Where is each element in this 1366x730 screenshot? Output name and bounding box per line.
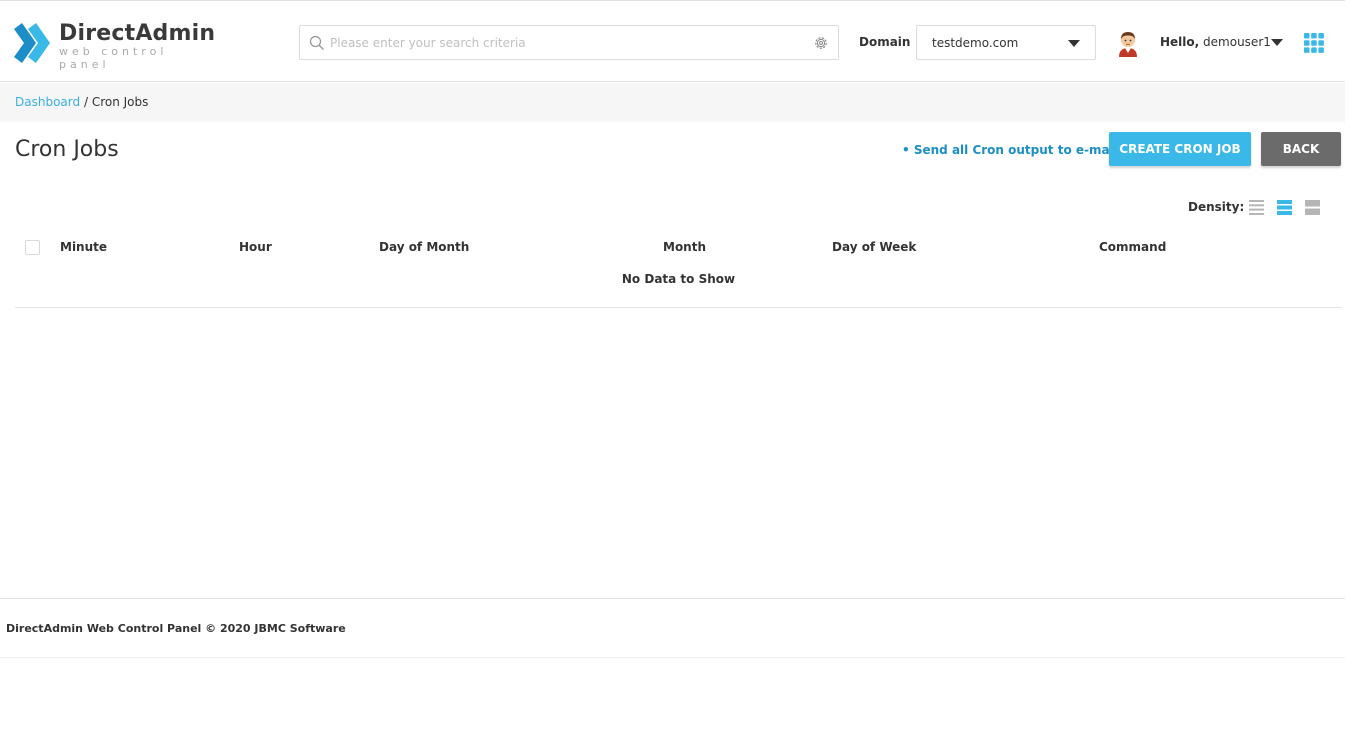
column-header-hour[interactable]: Hour — [239, 240, 272, 254]
user-avatar-icon[interactable] — [1116, 29, 1140, 57]
column-header-month[interactable]: Month — [663, 240, 706, 254]
search-icon — [309, 35, 324, 50]
table-header: Minute Hour Day of Month Month Day of We… — [15, 230, 1342, 262]
caret-down-icon — [1068, 40, 1080, 47]
breadcrumb-dashboard-link[interactable]: Dashboard — [15, 95, 80, 109]
footer-copyright: DirectAdmin Web Control Panel © 2020 JBM… — [6, 622, 346, 635]
footer: DirectAdmin Web Control Panel © 2020 JBM… — [0, 598, 1345, 658]
logo-subtitle: web control panel — [59, 45, 168, 71]
username: demouser1 — [1203, 35, 1271, 49]
logo[interactable]: DirectAdmin web control panel — [14, 21, 216, 71]
breadcrumb-separator: / — [83, 95, 88, 109]
column-header-day-of-month[interactable]: Day of Month — [379, 240, 469, 254]
density-comfortable-icon[interactable] — [1305, 200, 1320, 215]
empty-table-message: No Data to Show — [621, 272, 736, 286]
breadcrumb-current: Cron Jobs — [91, 95, 149, 109]
density-compact-icon[interactable] — [1249, 200, 1264, 215]
cron-jobs-table: Minute Hour Day of Month Month Day of We… — [15, 230, 1342, 308]
select-all-checkbox[interactable] — [25, 240, 40, 255]
search-input[interactable] — [330, 26, 800, 59]
column-header-day-of-week[interactable]: Day of Week — [832, 240, 916, 254]
breadcrumb: Dashboard / Cron Jobs — [15, 95, 148, 109]
domain-label: Domain — [859, 35, 911, 49]
greeting: Hello, — [1160, 35, 1200, 49]
column-header-command[interactable]: Command — [1099, 240, 1166, 254]
page-title: Cron Jobs — [15, 137, 119, 162]
density-label: Density: — [1188, 200, 1245, 214]
top-header: DirectAdmin web control panel Domain tes… — [0, 0, 1345, 82]
breadcrumb-bar: Dashboard / Cron Jobs — [0, 83, 1345, 122]
directadmin-logo-icon — [14, 23, 50, 63]
caret-down-icon[interactable] — [1271, 39, 1283, 46]
gear-icon[interactable] — [813, 35, 829, 51]
send-cron-output-link[interactable]: • Send all Cron output to e-mail — [902, 143, 1118, 157]
domain-select[interactable]: testdemo.com — [916, 25, 1096, 60]
column-header-minute[interactable]: Minute — [60, 240, 107, 254]
back-button[interactable]: BACK — [1261, 132, 1341, 166]
density-normal-icon[interactable] — [1277, 200, 1292, 215]
domain-value: testdemo.com — [932, 36, 1019, 50]
user-menu[interactable]: Hello, demouser1 — [1160, 35, 1271, 49]
logo-title: DirectAdmin — [59, 21, 216, 46]
empty-table-row: No Data to Show — [15, 262, 1342, 308]
apps-grid-icon[interactable] — [1304, 33, 1324, 53]
search-box — [299, 25, 839, 60]
create-cron-job-button[interactable]: CREATE CRON JOB — [1109, 132, 1251, 166]
